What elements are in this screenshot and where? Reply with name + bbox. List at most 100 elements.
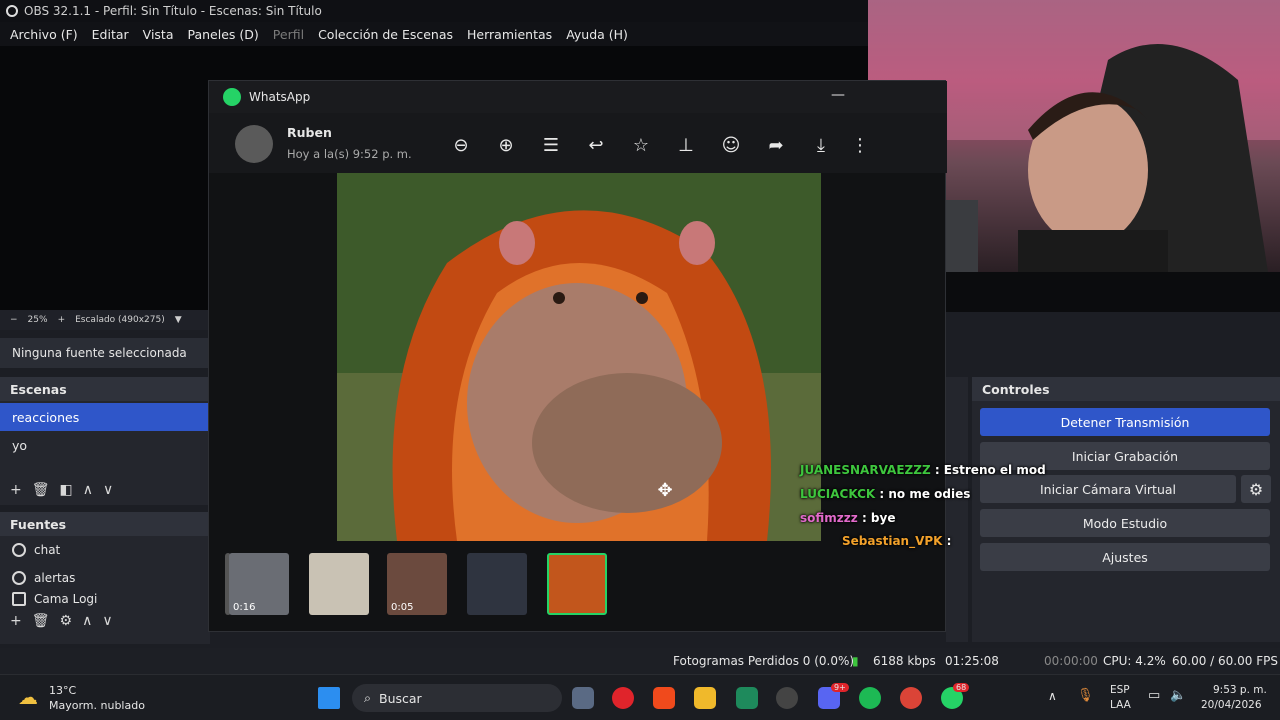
move-cursor-icon: ✥ [657, 479, 673, 501]
windows-taskbar: ☁ 13°C Mayorm. nublado ⌕ Buscar 9+ 68 ∧ … [0, 674, 1280, 720]
zoom-out-button[interactable]: − [10, 315, 18, 325]
search-placeholder: Buscar [379, 690, 422, 706]
media-thumbnail[interactable]: 0:16 [229, 553, 289, 615]
source-label: chat [34, 543, 61, 557]
clock-date: 20/04/2026 [1201, 699, 1262, 711]
scenes-dock: Escenas reacciones yo + 🗑 ◧ ∧ ∨ [0, 377, 210, 505]
remove-scene-icon[interactable]: 🗑 [32, 482, 50, 498]
menu-herramientas[interactable]: Herramientas [467, 27, 552, 42]
chat-message: Sebastian_VPK : [842, 534, 951, 548]
message-timestamp: Hoy a la(s) 9:52 p. m. [287, 147, 412, 161]
menu-ayuda[interactable]: Ayuda (H) [566, 27, 628, 42]
move-down-icon[interactable]: ∨ [102, 613, 112, 629]
media-thumbnail[interactable]: 0:05 [387, 553, 447, 615]
scaling-dropdown-icon[interactable]: ▼ [175, 315, 182, 325]
dropped-frames: Fotogramas Perdidos 0 (0.0%) [673, 654, 855, 668]
source-item-chat[interactable]: chat [0, 536, 210, 564]
source-label: alertas [34, 571, 76, 585]
task-view-icon[interactable] [572, 687, 594, 709]
chat-text: : Estreno el mod [934, 463, 1046, 477]
zoom-out-icon[interactable]: ⊖ [449, 133, 473, 157]
obs-window-title: OBS 32.1.1 - Perfil: Sin Título - Escena… [24, 4, 322, 18]
menu-coleccion-escenas[interactable]: Colección de Escenas [318, 27, 453, 42]
virtual-camera-settings-icon[interactable]: ⚙ [1241, 475, 1271, 503]
volume-icon[interactable]: 🔈 [1170, 688, 1186, 703]
media-thumbnail-selected[interactable] [547, 553, 607, 615]
zoom-in-button[interactable]: + [58, 315, 66, 325]
spotify-icon[interactable] [859, 687, 881, 709]
remove-source-icon[interactable]: 🗑 [32, 613, 50, 629]
forward-icon[interactable]: ➦ [764, 133, 788, 157]
minimize-icon[interactable]: — [831, 87, 845, 103]
emoji-icon[interactable]: ☺ [719, 133, 743, 157]
scenes-title: Escenas [0, 377, 210, 401]
move-down-icon[interactable]: ∨ [103, 482, 113, 498]
file-explorer-icon[interactable] [694, 687, 716, 709]
language-indicator[interactable]: ESP [1110, 684, 1130, 696]
browser-source-icon [12, 543, 26, 557]
signal-icon: ▮ [852, 654, 859, 668]
add-source-icon[interactable]: + [10, 613, 22, 629]
avatar [235, 125, 273, 163]
media-thumbnail[interactable] [309, 553, 369, 615]
clock-time[interactable]: 9:53 p. m. [1213, 684, 1267, 696]
whatsapp-title: WhatsApp [249, 90, 311, 104]
chat-text: : [946, 534, 952, 548]
chat-user: Sebastian_VPK [842, 534, 943, 548]
sources-dock: Fuentes chat alertas Cama Logi + 🗑 ⚙ ∧ ∨ [0, 512, 210, 644]
weather-temp: 13°C [49, 684, 77, 697]
caption-icon[interactable]: ☰ [539, 133, 563, 157]
source-item-alertas[interactable]: alertas [0, 564, 210, 592]
microphone-icon[interactable]: 🎙 [1077, 688, 1094, 703]
chat-message: LUCIACKCK : no me odies [800, 487, 970, 501]
search-icon: ⌕ [364, 690, 372, 705]
menu-archivo[interactable]: Archivo (F) [10, 27, 78, 42]
app-icon[interactable] [736, 687, 758, 709]
start-icon[interactable] [318, 687, 340, 709]
tray-chevron-icon[interactable]: ∧ [1048, 689, 1057, 703]
add-scene-icon[interactable]: + [10, 482, 22, 498]
chat-text: : bye [861, 511, 896, 525]
reply-icon[interactable]: ↩ [584, 133, 608, 157]
chat-user: JUANESNARVAEZZZ [800, 463, 931, 477]
scene-filters-icon[interactable]: ◧ [60, 482, 73, 498]
brave-icon[interactable] [653, 687, 675, 709]
record-time: 00:00:00 [1044, 654, 1098, 668]
stream-time: 01:25:08 [945, 654, 999, 668]
source-selection-bar: Ninguna fuente seleccionada [0, 338, 210, 368]
chat-message: sofimzzz : bye [800, 511, 895, 525]
preview-zoom-bar: − 25% + Escalado (490x275) ▼ [0, 310, 210, 330]
video-duration: 0:16 [233, 602, 256, 613]
network-icon[interactable]: ▭ [1148, 688, 1160, 703]
source-properties-icon[interactable]: ⚙ [60, 613, 73, 629]
star-icon[interactable]: ☆ [629, 133, 653, 157]
menu-editar[interactable]: Editar [92, 27, 129, 42]
pin-icon[interactable]: ⊥ [674, 133, 698, 157]
whatsapp-title-bar: WhatsApp — [209, 81, 947, 113]
opera-icon[interactable] [612, 687, 634, 709]
zoom-in-icon[interactable]: ⊕ [494, 133, 518, 157]
media-thumbnail[interactable] [467, 553, 527, 615]
stop-streaming-button[interactable]: Detener Transmisión [980, 408, 1270, 436]
move-up-icon[interactable]: ∧ [83, 482, 93, 498]
media-viewer-header: Ruben Hoy a la(s) 9:52 p. m. [209, 113, 947, 173]
obs-taskbar-icon[interactable] [776, 687, 798, 709]
move-up-icon[interactable]: ∧ [82, 613, 92, 629]
media-thumbnail-strip: 0:16 0:05 [209, 545, 947, 625]
menu-vista[interactable]: Vista [143, 27, 174, 42]
weather-desc: Mayorm. nublado [49, 699, 145, 712]
scene-item-yo[interactable]: yo [0, 431, 210, 459]
menu-perfil[interactable]: Perfil [273, 27, 304, 42]
source-item-cama[interactable]: Cama Logi [0, 592, 210, 606]
media-image[interactable] [337, 173, 821, 541]
more-icon[interactable]: ⋮ [851, 133, 869, 157]
scene-item-reacciones[interactable]: reacciones [0, 403, 210, 431]
obs-status-bar: Fotogramas Perdidos 0 (0.0%) ▮ 6188 kbps… [0, 648, 1280, 674]
obs-logo-icon [6, 5, 18, 17]
menu-paneles[interactable]: Paneles (D) [188, 27, 259, 42]
chrome-icon[interactable] [900, 687, 922, 709]
chat-user: LUCIACKCK [800, 487, 876, 501]
weather-icon[interactable]: ☁ [18, 685, 38, 709]
taskbar-search[interactable]: ⌕ Buscar [352, 684, 562, 712]
download-icon[interactable]: ⤓ [809, 133, 833, 157]
